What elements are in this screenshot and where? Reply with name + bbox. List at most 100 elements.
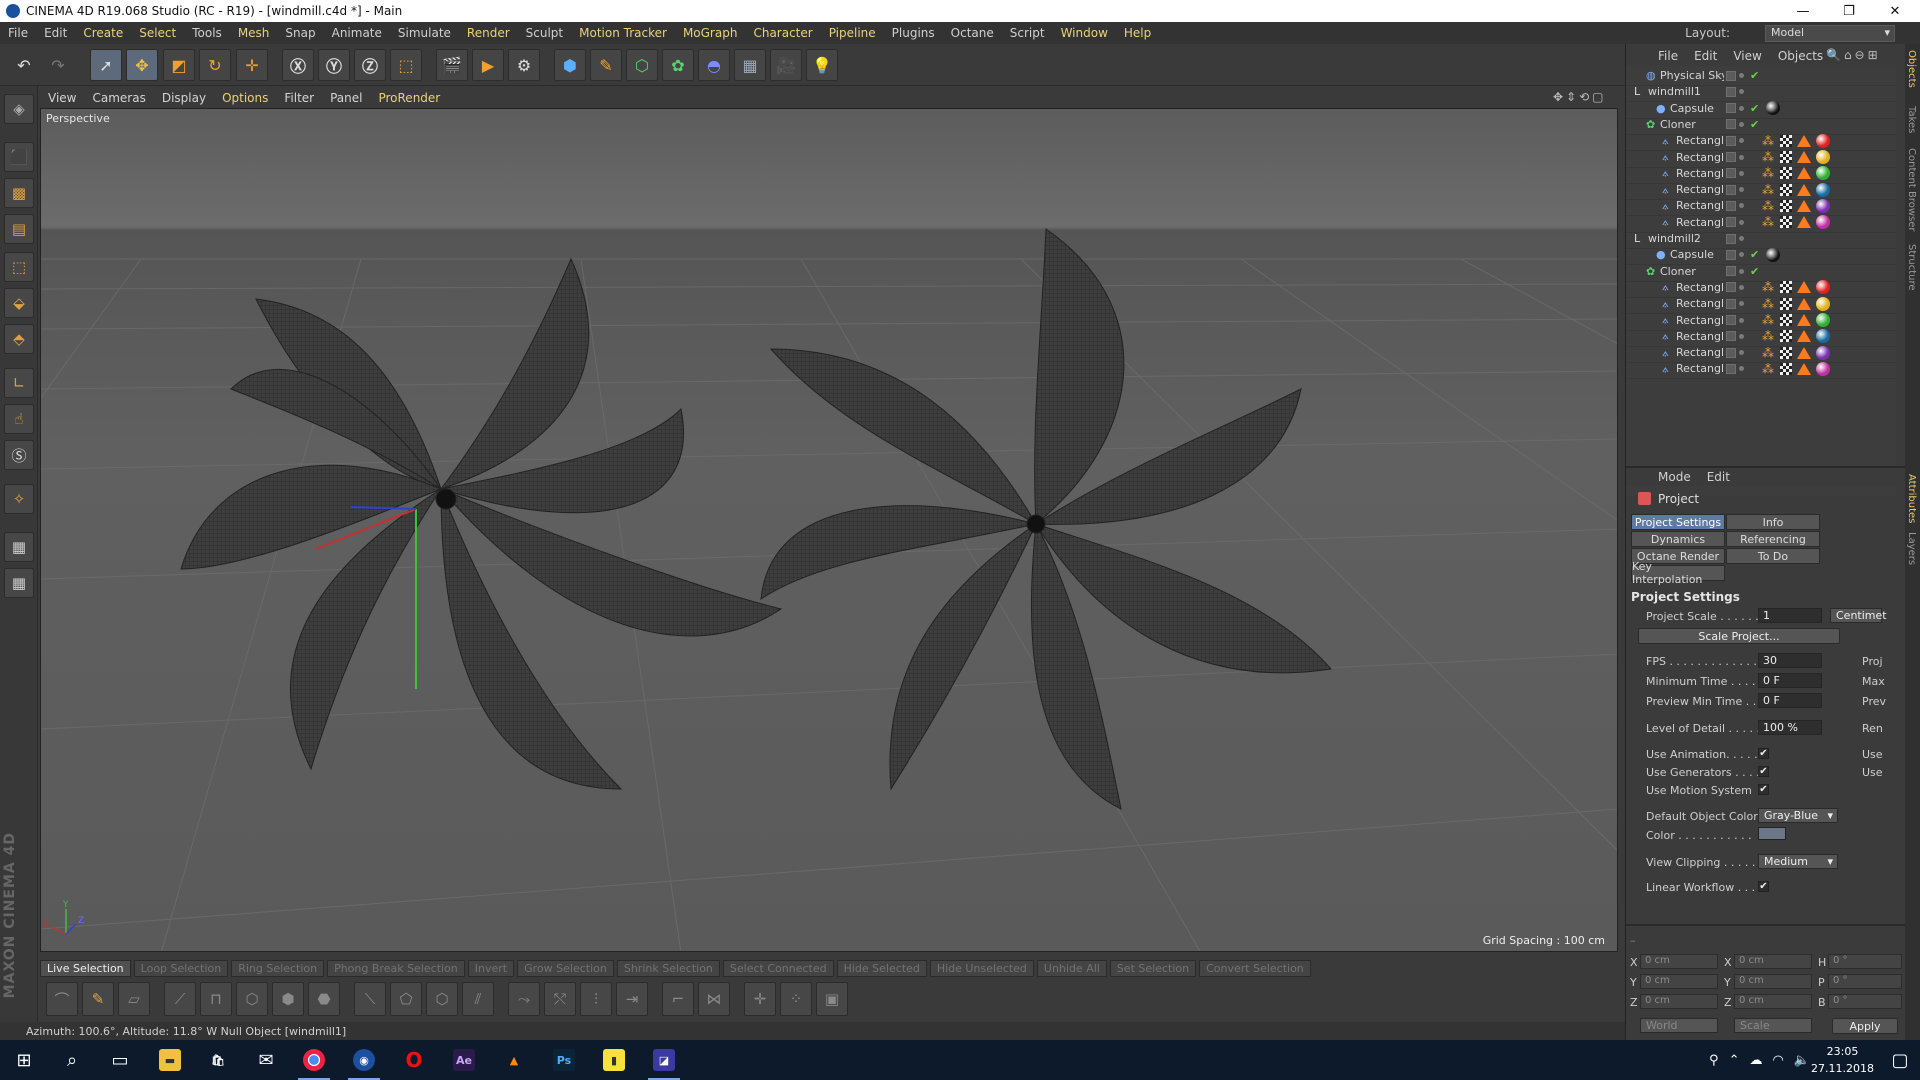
viewport-menu-panel[interactable]: Panel: [322, 91, 370, 105]
warning-tag-icon[interactable]: [1797, 362, 1811, 375]
live-selection-brush-icon[interactable]: ✎: [82, 982, 114, 1016]
object-menu-view[interactable]: View: [1725, 49, 1769, 63]
editor-visibility-toggle[interactable]: [1726, 152, 1736, 162]
recent-tools-icon[interactable]: ✛: [236, 49, 268, 81]
texture-mode-icon[interactable]: ▩: [4, 178, 34, 208]
menu-edit[interactable]: Edit: [36, 26, 75, 40]
camera-icon[interactable]: 🎥: [770, 49, 802, 81]
texture-tag-icon[interactable]: [1780, 216, 1792, 229]
rot-p-field[interactable]: 0 °: [1828, 974, 1902, 989]
polygons-mode-icon[interactable]: ⬘: [4, 324, 34, 354]
object-menu-objects[interactable]: Objects: [1770, 49, 1831, 63]
edges-mode-icon[interactable]: ⬙: [4, 288, 34, 318]
bridge-icon[interactable]: ⬡: [426, 982, 458, 1016]
color-material-tag-icon[interactable]: [1816, 182, 1830, 197]
menu-mograph[interactable]: MoGraph: [675, 26, 746, 40]
warning-tag-icon[interactable]: [1797, 151, 1811, 163]
color-material-tag-icon[interactable]: [1816, 166, 1830, 181]
render-visibility-dot[interactable]: [1739, 350, 1744, 356]
render-view-icon[interactable]: 🎬: [436, 49, 468, 81]
scale-project-button[interactable]: Scale Project...: [1638, 628, 1840, 644]
minimize-button[interactable]: —: [1780, 0, 1826, 22]
editor-visibility-toggle[interactable]: [1726, 168, 1736, 179]
selection-shrink-selection-button[interactable]: Shrink Selection: [616, 959, 720, 977]
tab-project-settings[interactable]: Project Settings: [1631, 514, 1725, 530]
light-icon[interactable]: 💡: [806, 49, 838, 81]
pos-x-field[interactable]: 0 cm: [1640, 954, 1718, 969]
floor-icon[interactable]: ▦: [734, 49, 766, 81]
render-visibility-dot[interactable]: [1739, 138, 1744, 144]
use-motion-system-checkbox[interactable]: ✔: [1758, 784, 1769, 795]
render-visibility-dot[interactable]: [1739, 187, 1744, 193]
editor-visibility-toggle[interactable]: [1726, 282, 1736, 293]
texture-tag-icon[interactable]: [1780, 167, 1792, 180]
object-manager-nav-icons[interactable]: 🔍⌂⊖⊞: [1826, 48, 1881, 62]
selection-invert-button[interactable]: Invert: [467, 959, 515, 977]
tab-to-do[interactable]: To Do: [1726, 548, 1820, 564]
enabled-check-icon[interactable]: ✔: [1750, 69, 1759, 82]
warning-tag-icon[interactable]: [1797, 346, 1811, 359]
line-cut-icon[interactable]: ⟍: [354, 982, 386, 1016]
phong-tag-icon[interactable]: ⁂: [1762, 313, 1774, 327]
menu-window[interactable]: Window: [1053, 26, 1116, 40]
editor-visibility-toggle[interactable]: [1726, 135, 1736, 146]
side-tab-objects[interactable]: Objects: [1906, 50, 1917, 88]
selection-phong-break-selection-button[interactable]: Phong Break Selection: [327, 959, 465, 977]
smooth-shift-icon[interactable]: ⤲: [544, 982, 576, 1016]
project-scale-unit-dropdown[interactable]: Centimet: [1830, 608, 1887, 623]
use-generators-checkbox[interactable]: ✔: [1758, 766, 1769, 777]
enabled-check-icon[interactable]: ✔: [1750, 265, 1759, 278]
pos-z-field[interactable]: 0 cm: [1640, 994, 1718, 1009]
render-visibility-dot[interactable]: [1739, 73, 1744, 78]
selection-grow-selection-button[interactable]: Grow Selection: [517, 959, 614, 977]
render-visibility-dot[interactable]: [1739, 366, 1744, 372]
selection-loop-selection-button[interactable]: Loop Selection: [133, 959, 229, 977]
rot-h-field[interactable]: 0 °: [1828, 954, 1902, 969]
color-material-tag-icon[interactable]: [1816, 215, 1830, 230]
rot-b-field[interactable]: 0 °: [1828, 994, 1902, 1009]
color-material-tag-icon[interactable]: [1816, 133, 1830, 148]
menu-tools[interactable]: Tools: [184, 26, 230, 40]
use-animation-checkbox[interactable]: ✔: [1758, 748, 1769, 759]
selection-unhide-all-button[interactable]: Unhide All: [1036, 959, 1107, 977]
apply-button[interactable]: Apply: [1832, 1018, 1898, 1034]
chrome-icon[interactable]: [290, 1040, 338, 1080]
menu-character[interactable]: Character: [745, 26, 820, 40]
texture-tag-icon[interactable]: [1780, 362, 1792, 375]
bevel-icon[interactable]: ⌒: [46, 982, 78, 1016]
subdivision-surface-icon[interactable]: ⬡: [626, 49, 658, 81]
color-material-tag-icon[interactable]: [1816, 296, 1830, 311]
texture-tag-icon[interactable]: [1780, 134, 1792, 147]
coordinate-system-icon[interactable]: ⬚: [390, 49, 422, 81]
warning-tag-icon[interactable]: [1797, 183, 1811, 196]
editor-visibility-toggle[interactable]: [1726, 331, 1736, 342]
side-tab-layers[interactable]: Layers: [1906, 532, 1917, 565]
color-material-tag-icon[interactable]: [1816, 198, 1830, 213]
phong-tag-icon[interactable]: ⁂: [1762, 362, 1774, 376]
tweak-mode-icon[interactable]: ☝: [4, 404, 34, 434]
editor-visibility-toggle[interactable]: [1726, 298, 1736, 309]
object-row[interactable]: ⟑ Rectangle ⁂: [1626, 359, 1896, 380]
cloner-icon[interactable]: ✿: [662, 49, 694, 81]
store-icon[interactable]: 🛍: [194, 1040, 242, 1080]
size-mode-dropdown[interactable]: Scale: [1734, 1018, 1812, 1033]
color-material-tag-icon[interactable]: [1816, 280, 1830, 295]
onedrive-icon[interactable]: ☁: [1749, 1053, 1762, 1068]
layout-dropdown[interactable]: Model ▾: [1765, 25, 1895, 42]
texture-tag-icon[interactable]: [1780, 281, 1792, 294]
pos-y-field[interactable]: 0 cm: [1640, 974, 1718, 989]
model-mode-icon[interactable]: ⬛: [4, 142, 34, 172]
editor-visibility-toggle[interactable]: [1726, 119, 1736, 130]
menu-motion-tracker[interactable]: Motion Tracker: [571, 26, 675, 40]
vlc-icon[interactable]: ▲: [490, 1040, 538, 1080]
editor-visibility-toggle[interactable]: [1726, 184, 1736, 195]
enabled-check-icon[interactable]: ✔: [1750, 118, 1759, 131]
menu-plugins[interactable]: Plugins: [884, 26, 943, 40]
warning-tag-icon[interactable]: [1797, 330, 1811, 343]
search-icon[interactable]: ⌕: [48, 1040, 96, 1080]
color-material-tag-icon[interactable]: [1816, 313, 1830, 327]
attribute-menu-mode[interactable]: Mode: [1650, 470, 1699, 484]
texture-tag-icon[interactable]: [1780, 330, 1792, 343]
spline-pen-icon[interactable]: ✎: [590, 49, 622, 81]
after-effects-icon[interactable]: Ae: [440, 1040, 488, 1080]
